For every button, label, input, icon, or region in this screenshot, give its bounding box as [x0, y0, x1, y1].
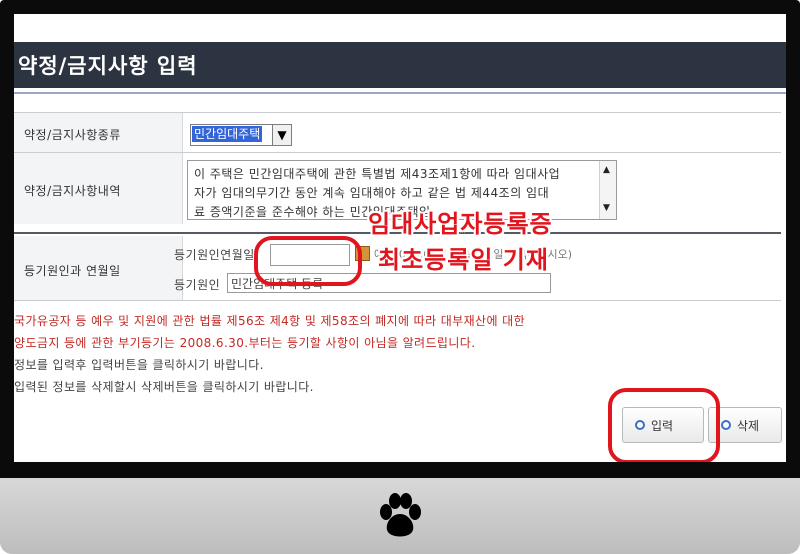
cause-date-label: 등기원인연월일	[174, 248, 255, 262]
row-divider	[14, 152, 781, 153]
warning-line-1: 국가유공자 등 예우 및 지원에 관한 법률 제56조 제4항 및 제58조의 …	[14, 314, 526, 328]
annotation-line-1: 임대사업자등록증	[368, 210, 553, 238]
type-select[interactable]: 민간임대주택 ▼	[190, 124, 292, 146]
content-line: 이 주택은 민간임대주택에 관한 특별법 제43조제1항에 따라 임대사업	[194, 167, 561, 181]
info-line-1: 정보를 입력후 입력버튼을 클릭하시기 바랍니다.	[14, 358, 264, 372]
cause-row-label: 등기원인과 연월일	[24, 264, 121, 278]
cause-label: 등기원인	[174, 278, 221, 292]
paw-icon	[380, 493, 421, 537]
content-label: 약정/금지사항내역	[24, 184, 121, 198]
type-label: 약정/금지사항종류	[24, 128, 121, 142]
info-line-2: 입력된 정보를 삭제할시 삭제버튼을 클릭하시기 바랍니다.	[14, 380, 314, 394]
delete-button-label: 삭제	[737, 419, 760, 433]
row-divider	[14, 300, 781, 301]
scroll-down-icon[interactable]: ▼	[603, 203, 610, 213]
annotation-line-2: 최초등록일 기재	[378, 246, 549, 274]
row-divider	[14, 112, 781, 113]
scroll-up-icon[interactable]: ▲	[603, 165, 610, 175]
type-select-value: 민간임대주택	[192, 126, 263, 142]
annotation-ring-date	[254, 236, 362, 286]
title-divider	[14, 92, 786, 94]
page-title: 약정/금지사항 입력	[18, 54, 198, 78]
content-line: 자가 임대의무기간 동안 계속 임대해야 하고 같은 법 제44조의 임대	[194, 186, 550, 200]
title-bar: 약정/금지사항 입력	[14, 42, 786, 88]
chevron-down-icon[interactable]: ▼	[272, 125, 291, 145]
annotation-ring-submit	[608, 388, 720, 462]
textarea-scrollbar[interactable]: ▲ ▼	[599, 161, 616, 219]
warning-line-2: 양도금지 등에 관한 부기등기는 2008.6.30.부터는 등기할 사항이 아…	[14, 336, 476, 350]
bullet-icon	[721, 420, 731, 430]
screen: 약정/금지사항 입력 약정/금지사항종류 약정/금지사항내역 등기원인과 연월일…	[14, 14, 786, 462]
